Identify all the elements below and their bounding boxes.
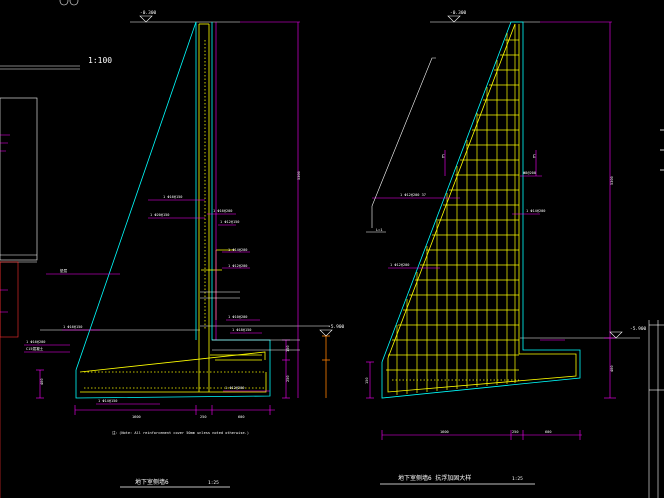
right-elev-ground: -5.900: [630, 326, 647, 332]
right-mesh-horizontals: [386, 39, 519, 371]
left-dim-side-2: 250: [286, 376, 290, 383]
left-elev-marker: [322, 335, 330, 398]
left-label-b: C15混凝土: [26, 346, 44, 351]
left-note-wall-e: 1 Φ14@200: [228, 248, 247, 252]
right-leader-label: L=1: [376, 228, 383, 232]
right-dim-base: 150: [365, 378, 369, 385]
sheet-frame-right: [648, 320, 664, 498]
left-note-wall-d: 1 Φ12@150: [220, 220, 239, 224]
left-note-wall-a: 1 Φ16@150: [163, 195, 182, 199]
right-dim-3: 600: [545, 430, 552, 434]
right-buttress-outline: [381, 21, 581, 399]
left-note-wall-b: 1 Φ20@150: [150, 213, 169, 217]
right-outer-rebar: [387, 23, 577, 393]
right-height-base: 400: [610, 366, 614, 373]
left-note-bottom-2: 1 Φ12@200: [225, 386, 244, 390]
left-margin-text: [0, 134, 10, 313]
left-break-marks: [200, 291, 300, 351]
left-title-block: 地下室侧墙6 1:25: [120, 478, 230, 488]
right-cut-mark-right: E: [533, 154, 536, 160]
left-height-total: 5300: [297, 171, 301, 180]
left-elev-triangle: [139, 15, 333, 337]
sheet-frame-left: [0, 65, 80, 263]
cad-drawing-canvas: 1:100 -0.300 -5.900 5300 1 Φ16@150 1 Φ20…: [0, 0, 664, 498]
right-dim-2: 250: [512, 430, 519, 434]
left-dim-3: 600: [238, 415, 245, 419]
right-elev-triangle: [447, 15, 623, 339]
right-elev-top: -0.300: [450, 10, 467, 16]
right-section-scale: 1:25: [512, 476, 523, 482]
left-elev-top: -0.300: [140, 10, 157, 16]
left-note-base-2: 1 Φ16@200: [26, 340, 45, 344]
right-mesh-verticals: [396, 24, 516, 395]
right-note-rebar: 1 Φ14@200: [526, 209, 545, 213]
right-dim-1: 1600: [440, 430, 449, 434]
left-label-a: 垫层: [60, 268, 68, 273]
left-elev-ground: -5.900: [328, 324, 345, 330]
left-section-scale: 1:25: [208, 480, 219, 486]
right-leader: [366, 57, 436, 233]
right-section: -0.300 -5.900 5300 400 E E 1 Φ12@200 37 …: [365, 10, 647, 485]
right-title-block: 地下室侧墙6 抗浮加固大样 1:25: [380, 474, 535, 485]
left-note-wall-c: 1 Φ16@200: [213, 209, 232, 213]
left-note-wall-f: 1 Φ12@200: [228, 264, 247, 268]
right-height-total: 5300: [610, 176, 614, 185]
left-note-wall-g: 1 Φ10@200: [228, 315, 247, 319]
left-ground-line: [40, 21, 330, 331]
left-dim-1: 1600: [132, 415, 141, 419]
right-section-title: 地下室侧墙6 抗浮加固大样: [398, 474, 471, 482]
left-margin-frame: [0, 261, 19, 498]
left-footnote: 注：(Note: All reinforcement cover 50mm un…: [112, 430, 249, 435]
left-dim-2: 250: [200, 415, 207, 419]
right-note-diag: 1 Φ12@200 37: [400, 193, 426, 197]
top-scale-label: 1:100: [88, 56, 112, 65]
right-ground-line: [430, 21, 640, 339]
left-dim-base: 400: [40, 379, 44, 386]
left-note-bottom: 1 Φ14@150: [98, 399, 117, 403]
right-cut-mark-left: E: [442, 154, 445, 160]
left-section-title: 地下室侧墙6: [135, 478, 169, 486]
right-note-mesh: 1 Φ12@200: [390, 263, 409, 267]
left-note-left: 1 Φ16@150: [63, 325, 82, 329]
left-dimensions: [24, 21, 300, 415]
top-left-circles: [59, 0, 79, 6]
right-edge-marks: [660, 129, 664, 171]
left-dim-side-1: 150: [286, 346, 290, 353]
right-note-right: Φ8@200: [523, 171, 536, 175]
left-buttress-outline: [75, 21, 271, 399]
left-section: -0.300 -5.900 5300 1 Φ16@150 1 Φ20@150 1…: [24, 10, 345, 488]
left-note-base-1: 1 Φ18@150: [232, 328, 251, 332]
left-wall-rebar: [198, 23, 235, 385]
